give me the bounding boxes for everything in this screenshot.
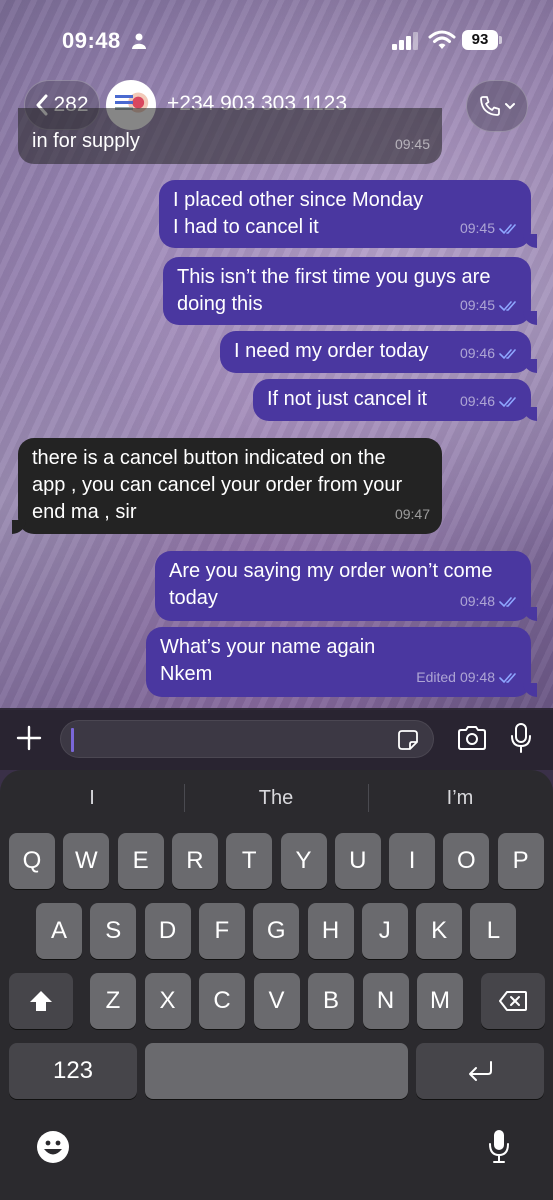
return-icon [469, 1061, 492, 1081]
key-c[interactable]: C [199, 973, 245, 1029]
message-text-line: in for supply [32, 130, 140, 152]
outgoing-message[interactable]: I placed other since Monday I had to canc… [159, 180, 537, 248]
suggestion-bar: I The I’m [0, 780, 553, 816]
message-meta: 09:48 [460, 588, 519, 615]
read-receipt-icon [499, 223, 516, 234]
signal-icon [392, 32, 418, 50]
key-z[interactable]: Z [90, 973, 136, 1029]
text-cursor [71, 728, 74, 752]
message-text-line: Are you saying my order won’t come [169, 560, 493, 582]
return-key[interactable] [416, 1043, 544, 1099]
message-time: 09:47 [394, 506, 430, 522]
message-time: 09:45 [459, 220, 495, 236]
message-meta: 09:46 [460, 388, 519, 415]
message-text-line: This isn’t the first time you guys are [177, 266, 491, 288]
key-x[interactable]: X [144, 973, 191, 1029]
read-receipt-icon [499, 672, 516, 683]
key-h[interactable]: H [307, 903, 354, 959]
key-y[interactable]: Y [280, 833, 327, 889]
status-bar: 09:48 93 [0, 0, 553, 80]
suggestion-2[interactable]: The [184, 780, 368, 816]
backspace-icon [499, 991, 527, 1011]
battery-indicator: 93 [462, 30, 502, 50]
phone-icon [480, 96, 500, 116]
edited-label: Edited [416, 669, 456, 685]
message-meta: 09:45 [395, 131, 430, 158]
onscreen-keyboard: I The I’m 123 QWERTYUIOPASDFGHJKLZXCVBNM [0, 770, 553, 1200]
outgoing-message[interactable]: I need my order today 09:46 [220, 331, 537, 373]
read-receipt-icon [499, 300, 516, 311]
message-meta: 09:45 [460, 292, 519, 319]
incoming-message[interactable]: in for supply 09:45 [18, 108, 442, 164]
key-l[interactable]: L [470, 903, 517, 959]
key-s[interactable]: S [90, 903, 137, 959]
suggestion-3[interactable]: I’m [368, 780, 552, 816]
message-meta: 09:45 [460, 215, 519, 242]
emoji-icon[interactable] [36, 1130, 70, 1164]
key-e[interactable]: E [117, 833, 164, 889]
call-button[interactable] [466, 80, 528, 132]
message-time: 09:45 [394, 136, 430, 152]
read-receipt-icon [499, 596, 516, 607]
outgoing-message[interactable]: What’s your name again Nkem Edited 09:48 [146, 627, 537, 697]
plus-icon[interactable] [16, 725, 42, 751]
shift-key[interactable] [9, 973, 73, 1029]
key-n[interactable]: N [362, 973, 409, 1029]
numbers-key[interactable]: 123 [9, 1043, 137, 1099]
message-text-line: there is a cancel button indicated on th… [32, 447, 386, 469]
key-a[interactable]: A [36, 903, 82, 959]
message-time: 09:48 [459, 669, 495, 685]
wifi-icon [428, 30, 456, 49]
read-receipt-icon [499, 396, 516, 407]
camera-icon[interactable] [456, 724, 488, 752]
status-time: 09:48 [62, 28, 121, 53]
key-w[interactable]: W [63, 833, 110, 889]
key-b[interactable]: B [308, 973, 354, 1029]
key-t[interactable]: T [226, 833, 273, 889]
message-text-line: end ma , sir [32, 501, 137, 523]
dictation-icon[interactable] [488, 1128, 510, 1164]
key-u[interactable]: U [334, 833, 381, 889]
sticker-icon[interactable] [397, 729, 419, 751]
read-receipt-icon [499, 348, 516, 359]
person-icon [132, 33, 146, 49]
key-i[interactable]: I [389, 833, 436, 889]
message-meta: 09:46 [460, 340, 519, 367]
suggestion-1[interactable]: I [0, 780, 184, 816]
key-f[interactable]: F [198, 903, 245, 959]
message-meta: 09:47 [395, 501, 430, 528]
key-g[interactable]: G [253, 903, 300, 959]
key-p[interactable]: P [497, 833, 544, 889]
message-time: 09:45 [459, 297, 495, 313]
key-d[interactable]: D [144, 903, 191, 959]
key-j[interactable]: J [361, 903, 408, 959]
shift-icon [30, 991, 52, 1011]
chevron-down-icon [505, 103, 515, 110]
outgoing-message[interactable]: This isn’t the first time you guys are do… [163, 257, 537, 325]
key-m[interactable]: M [417, 973, 463, 1029]
backspace-key[interactable] [481, 973, 545, 1029]
message-time: 09:48 [459, 593, 495, 609]
message-time: 09:46 [459, 345, 495, 361]
composer-bar [0, 708, 553, 770]
outgoing-message[interactable]: Are you saying my order won’t come today 0… [155, 551, 537, 621]
key-q[interactable]: Q [9, 833, 55, 889]
key-k[interactable]: K [416, 903, 463, 959]
message-text-line: What’s your name again [160, 636, 376, 658]
message-text-line: I placed other since Monday [173, 189, 424, 211]
incoming-message[interactable]: there is a cancel button indicated on th… [12, 438, 442, 534]
message-meta: Edited 09:48 [416, 664, 519, 691]
outgoing-message[interactable]: If not just cancel it 09:46 [253, 379, 537, 421]
space-key[interactable] [145, 1043, 408, 1099]
key-o[interactable]: O [443, 833, 490, 889]
message-input[interactable] [60, 720, 434, 758]
microphone-icon[interactable] [510, 722, 532, 754]
message-text-line: app , you can cancel your order from you… [32, 474, 403, 496]
message-time: 09:46 [459, 393, 495, 409]
key-r[interactable]: R [171, 833, 218, 889]
key-v[interactable]: V [253, 973, 300, 1029]
